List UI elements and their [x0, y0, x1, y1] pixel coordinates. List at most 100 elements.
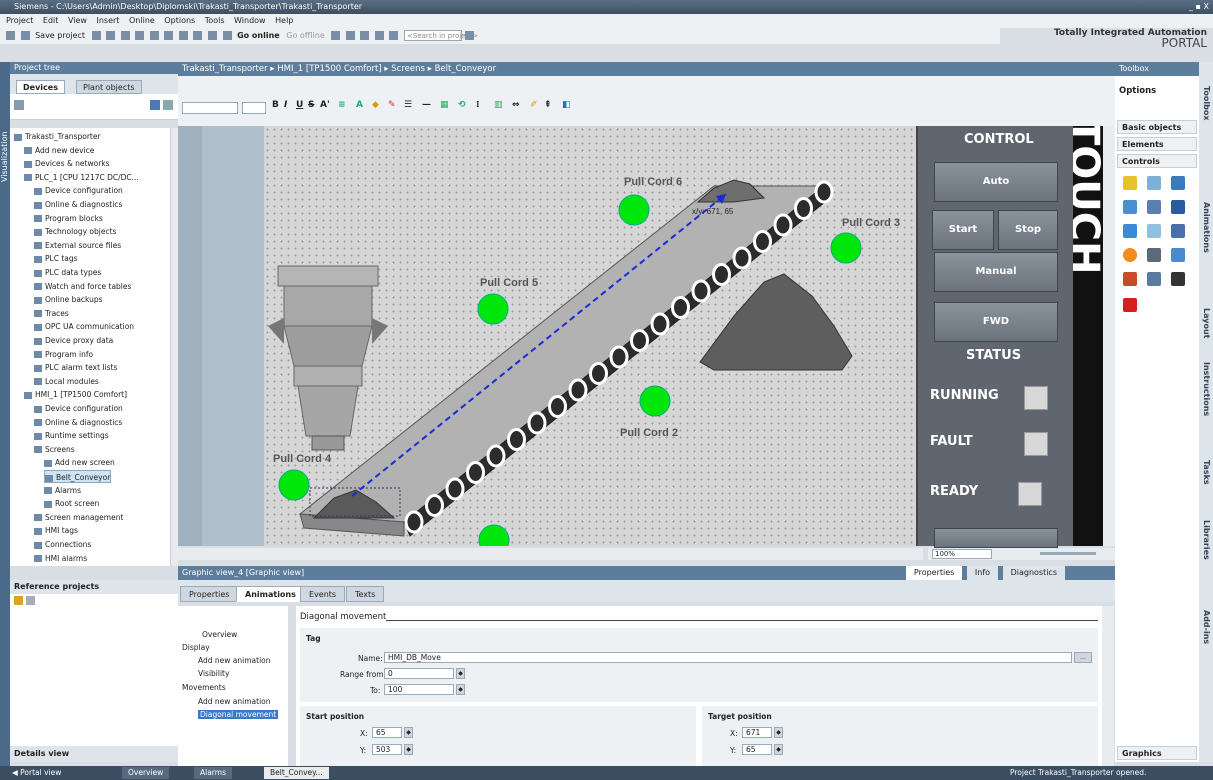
- movement-path-line[interactable]: [351, 193, 727, 497]
- side-tab-add-ins[interactable]: Add-ins: [1202, 610, 1211, 644]
- tab-animations[interactable]: Animations: [236, 586, 305, 602]
- tab-devices[interactable]: Devices: [16, 80, 65, 94]
- tree-item[interactable]: Runtime settings: [34, 429, 109, 442]
- details-view-header[interactable]: Details view: [10, 746, 178, 762]
- pull-cord-4-indicator[interactable]: [278, 469, 310, 501]
- upload-icon[interactable]: [207, 31, 217, 40]
- simulation-icon[interactable]: [222, 31, 232, 40]
- paste-icon[interactable]: [120, 31, 130, 40]
- camera-control-icon[interactable]: [1147, 248, 1161, 262]
- target-x-spinner[interactable]: ◆: [774, 727, 783, 738]
- gauge-view-icon[interactable]: [1123, 272, 1137, 286]
- fwd-button[interactable]: FWD: [934, 302, 1058, 342]
- bottom-button[interactable]: [934, 528, 1058, 548]
- tab-texts[interactable]: Texts: [346, 586, 385, 602]
- pull-cord-2-indicator[interactable]: [639, 385, 671, 417]
- menu-edit[interactable]: Edit: [43, 16, 59, 25]
- line-width-icon[interactable]: —: [422, 100, 431, 110]
- controls-section[interactable]: Controls: [1117, 154, 1197, 168]
- elements-section[interactable]: Elements: [1117, 137, 1197, 151]
- tree-item[interactable]: Watch and force tables: [34, 280, 131, 293]
- system-diagnostics-icon[interactable]: [1147, 272, 1161, 286]
- basic-objects-section[interactable]: Basic objects: [1117, 120, 1197, 134]
- menu-help[interactable]: Help: [275, 16, 293, 25]
- pull-cord-1-indicator[interactable]: [478, 524, 510, 556]
- tree-item[interactable]: OPC UA communication: [34, 320, 134, 333]
- tree-item[interactable]: Traces: [34, 307, 69, 320]
- media-player-icon[interactable]: [1123, 248, 1137, 262]
- zoom-select[interactable]: 100%: [932, 549, 992, 559]
- pdf-view-icon[interactable]: [1123, 298, 1137, 312]
- hmi-screen-canvas[interactable]: Pull Cord 6 Pull Cord 3 Pull Cord 5 Pull…: [264, 126, 916, 556]
- taskbar-alarms[interactable]: Alarms: [194, 767, 232, 779]
- download-icon[interactable]: [193, 31, 203, 40]
- nav-add-animation-movement[interactable]: Add new animation: [198, 697, 271, 706]
- user-view-icon[interactable]: [1171, 176, 1185, 190]
- tree-item[interactable]: Add new screen: [44, 456, 115, 469]
- tab-info[interactable]: Info: [966, 566, 999, 580]
- side-tab-layout[interactable]: Layout: [1202, 308, 1211, 338]
- open-reference-icon[interactable]: [14, 596, 23, 605]
- start-button[interactable]: Start: [932, 210, 994, 250]
- taskbar-overview[interactable]: Overview: [122, 767, 170, 779]
- reference-projects-header[interactable]: Reference projects: [10, 580, 178, 594]
- tree-item[interactable]: Program blocks: [34, 212, 103, 225]
- rotate-icon[interactable]: ⟲: [458, 100, 466, 110]
- accessible-devices-icon[interactable]: [331, 31, 341, 40]
- tree-item[interactable]: Device proxy data: [34, 334, 113, 347]
- font-size-icon[interactable]: A': [320, 100, 330, 110]
- start-x-input[interactable]: 65: [372, 727, 402, 738]
- tree-scrollbar[interactable]: [170, 128, 178, 566]
- zoom-slider[interactable]: [1040, 552, 1096, 555]
- tree-item[interactable]: HMI_1 [TP1500 Comfort]: [24, 388, 127, 401]
- editor-horizontal-scrollbar[interactable]: [178, 548, 923, 560]
- tree-item[interactable]: Add new device: [24, 144, 94, 157]
- tree-item[interactable]: Trakasti_Transporter: [14, 130, 101, 143]
- tree-item[interactable]: Online & diagnostics: [34, 198, 122, 211]
- tree-item[interactable]: Devices & networks: [24, 157, 110, 170]
- side-tab-animations[interactable]: Animations: [1202, 202, 1211, 253]
- save-project-button[interactable]: Save project: [35, 28, 85, 44]
- delete-icon[interactable]: [135, 31, 145, 40]
- tree-item[interactable]: Device configuration: [34, 184, 123, 197]
- start-x-spinner[interactable]: ◆: [404, 727, 413, 738]
- window-controls[interactable]: _ ▪ X: [1189, 0, 1209, 14]
- tree-item[interactable]: HMI alarms: [34, 552, 87, 565]
- paint-icon[interactable]: ✐: [530, 100, 538, 110]
- target-x-input[interactable]: 671: [742, 727, 772, 738]
- side-tab-toolbox[interactable]: Toolbox: [1202, 86, 1211, 121]
- line-color-icon[interactable]: ✎: [388, 100, 396, 110]
- range-to-spinner[interactable]: ◆: [456, 684, 465, 695]
- menu-online[interactable]: Online: [129, 16, 155, 25]
- group-icon[interactable]: ▥: [494, 100, 503, 110]
- menu-view[interactable]: View: [68, 16, 87, 25]
- copy-icon[interactable]: [106, 31, 116, 40]
- arrange-icon[interactable]: ▦: [440, 100, 449, 110]
- nav-add-animation-display[interactable]: Add new animation: [198, 656, 271, 665]
- tab-events[interactable]: Events: [300, 586, 346, 602]
- f-xy-view-icon[interactable]: [1147, 224, 1161, 238]
- taskbar-belt-conveyor[interactable]: Belt_Convey...: [264, 767, 329, 779]
- align-icon[interactable]: ≡: [338, 100, 346, 110]
- side-tab-tasks[interactable]: Tasks: [1202, 460, 1211, 485]
- go-online-button[interactable]: Go online: [237, 28, 280, 44]
- search-icon[interactable]: [464, 31, 474, 40]
- manual-button[interactable]: Manual: [934, 252, 1058, 292]
- spacing-icon[interactable]: ⇔: [512, 100, 520, 110]
- material-pile-right[interactable]: [699, 273, 853, 371]
- sm-view-icon[interactable]: [1171, 224, 1185, 238]
- tree-item[interactable]: Root screen: [44, 497, 99, 510]
- stop-cpu-icon[interactable]: [360, 31, 370, 40]
- nav-movements[interactable]: Movements: [182, 683, 226, 692]
- italic-icon[interactable]: I: [284, 100, 287, 110]
- editor-vertical-scrollbar[interactable]: [1103, 126, 1115, 546]
- tree-item[interactable]: Device configuration: [34, 402, 123, 415]
- menu-tools[interactable]: Tools: [205, 16, 225, 25]
- tree-item[interactable]: PLC tags: [34, 252, 78, 265]
- grid-icon[interactable]: [14, 100, 24, 110]
- font-color-icon[interactable]: A: [356, 100, 363, 110]
- tree-item[interactable]: Technology objects: [34, 225, 116, 238]
- tree-item[interactable]: Connections: [34, 538, 91, 551]
- side-tab-libraries[interactable]: Libraries: [1202, 520, 1211, 560]
- tree-item[interactable]: Local modules: [34, 375, 99, 388]
